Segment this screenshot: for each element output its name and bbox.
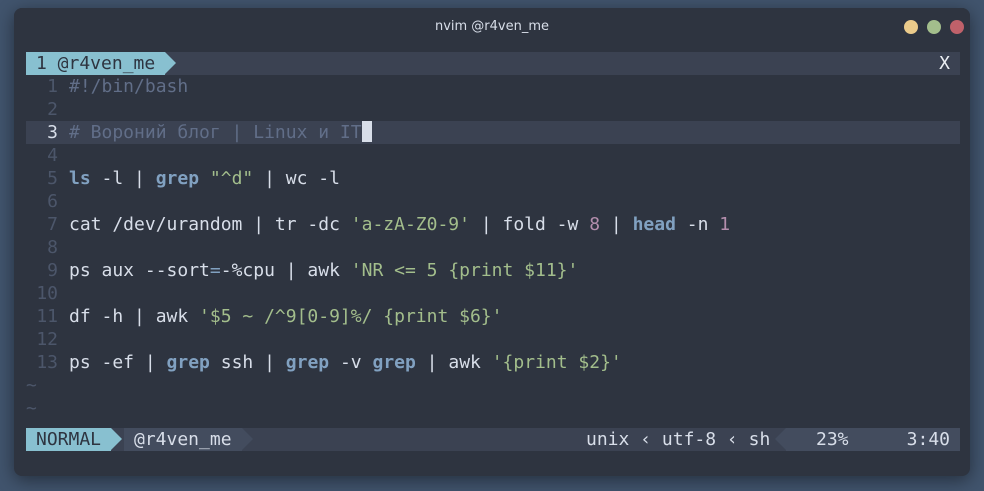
code-line[interactable]: 4 [26, 144, 960, 167]
line-content: ps aux --sort=-%cpu | awk 'NR <= 5 {prin… [69, 259, 578, 282]
code-token: 1 [719, 214, 731, 235]
code-token: # Вороний блог | Linux и IT [69, 122, 362, 143]
code-token: '$5 ~ /^9[0-9]%/ {print $6}' [199, 306, 503, 327]
code-line[interactable]: 13 ps -ef | grep ssh | grep -v grep | awk… [26, 351, 960, 374]
code-line[interactable]: 9 ps aux --sort=-%cpu | awk 'NR <= 5 {pri… [26, 259, 960, 282]
line-number: 13 [36, 352, 58, 373]
code-line[interactable]: 8 [26, 236, 960, 259]
line-number: 3 [47, 122, 58, 143]
mode-indicator: NORMAL [26, 428, 123, 451]
code-token: | wc -l [253, 168, 340, 189]
code-line[interactable]: 7 cat /dev/urandom | tr -dc 'a-zA-Z0-9' |… [26, 213, 960, 236]
statusline: NORMAL @r4ven_me unix ‹ utf-8 ‹ sh 23% 3… [26, 428, 960, 451]
line-content: #!/bin/bash [69, 75, 188, 98]
code-token: grep [372, 352, 416, 373]
title-bar: nvim @r4ven_me [14, 8, 970, 46]
current-line[interactable]: 3 # Вороний блог | Linux и IT [26, 121, 960, 144]
line-number: 12 [36, 329, 58, 350]
line-number: 9 [47, 260, 58, 281]
percent-label: 23% [816, 429, 849, 450]
line-content: cat /dev/urandom | tr -dc 'a-zA-Z0-9' | … [69, 213, 730, 236]
code-token: -%cpu | awk [220, 260, 351, 281]
minimize-button[interactable] [904, 20, 918, 34]
line-number: 4 [47, 145, 58, 166]
code-token: cat /dev/urandom | tr -dc [69, 214, 351, 235]
empty-line-marker: ~ [26, 398, 37, 419]
code-token: '{print $2}' [491, 352, 622, 373]
code-token: -n [675, 214, 720, 235]
window-title: nvim @r4ven_me [434, 19, 550, 34]
code-token: | fold -w [469, 214, 590, 235]
line-content: df -h | awk '$5 ~ /^9[0-9]%/ {print $6}' [69, 305, 502, 328]
code-token: ssh | [209, 352, 286, 373]
line-content: ls -l | grep "^d" | wc -l [69, 167, 340, 190]
code-token: -l | [90, 168, 156, 189]
code-line[interactable]: 2 [26, 98, 960, 121]
editor-buffer[interactable]: 1 #!/bin/bash 2 3 # Вороний блог | Linux и I… [26, 75, 960, 420]
code-line[interactable]: 1 #!/bin/bash [26, 75, 960, 98]
line-number: 8 [47, 237, 58, 258]
line-content: ps -ef | grep ssh | grep -v grep | awk '… [69, 351, 622, 374]
code-token: grep [285, 352, 330, 373]
code-line[interactable]: 5 ls -l | grep "^d" | wc -l [26, 167, 960, 190]
cursor-position-label: 3:40 [906, 429, 950, 450]
tab-close-button[interactable]: X [939, 52, 950, 75]
line-number: 1 [47, 76, 58, 97]
code-token: ps -ef | [69, 352, 167, 373]
code-token: | awk [415, 352, 492, 373]
fileformat-label: unix [586, 429, 630, 450]
close-window-button[interactable] [950, 20, 964, 34]
code-token: head [632, 214, 676, 235]
code-token: "^d" [209, 168, 254, 189]
code-token: grep [166, 352, 210, 373]
code-token: df -h | awk [69, 306, 200, 327]
code-token: | [600, 214, 633, 235]
terminal-area[interactable]: 1 @r4ven_me X 1 #!/bin/bash 2 3 # Вороний бл… [26, 52, 960, 466]
code-token: ps aux --sort [69, 260, 210, 281]
code-line[interactable]: 6 [26, 190, 960, 213]
text-cursor [361, 121, 372, 142]
code-token: = [209, 260, 221, 281]
position-section: 23% 3:40 [775, 428, 960, 451]
encoding-label: utf-8 [661, 429, 717, 450]
empty-line: ~ [26, 397, 960, 420]
tabline: 1 @r4ven_me X [26, 52, 960, 75]
line-number: 10 [36, 283, 58, 304]
code-token: 8 [589, 214, 601, 235]
separator-icon: ‹ [640, 429, 652, 450]
branch-label: @r4ven_me [124, 428, 253, 451]
code-line[interactable]: 10 [26, 282, 960, 305]
code-token: 'NR <= 5 {print $11}' [350, 260, 579, 281]
line-number: 5 [47, 168, 58, 189]
window-controls [904, 20, 964, 34]
code-token: ls [69, 168, 91, 189]
line-content: # Вороний блог | Linux и IT [69, 121, 372, 144]
line-number: 11 [36, 306, 58, 327]
line-number: 2 [47, 99, 58, 120]
code-line[interactable]: 11 df -h | awk '$5 ~ /^9[0-9]%/ {print $6… [26, 305, 960, 328]
separator-icon: ‹ [726, 429, 738, 450]
empty-line: ~ [26, 374, 960, 397]
tab-active[interactable]: 1 @r4ven_me [26, 52, 177, 75]
file-info: unix ‹ utf-8 ‹ sh [586, 428, 770, 451]
code-token: 'a-zA-Z0-9' [350, 214, 470, 235]
code-token: grep [155, 168, 200, 189]
code-token: #!/bin/bash [69, 76, 189, 97]
code-token: -v [329, 352, 373, 373]
code-line[interactable]: 12 [26, 328, 960, 351]
maximize-button[interactable] [927, 20, 941, 34]
line-number: 6 [47, 191, 58, 212]
empty-line-marker: ~ [26, 375, 37, 396]
terminal-window: nvim @r4ven_me 1 @r4ven_me X 1 #!/bin/bas… [14, 8, 970, 476]
filetype-label: sh [748, 429, 771, 450]
line-number: 7 [47, 214, 58, 235]
